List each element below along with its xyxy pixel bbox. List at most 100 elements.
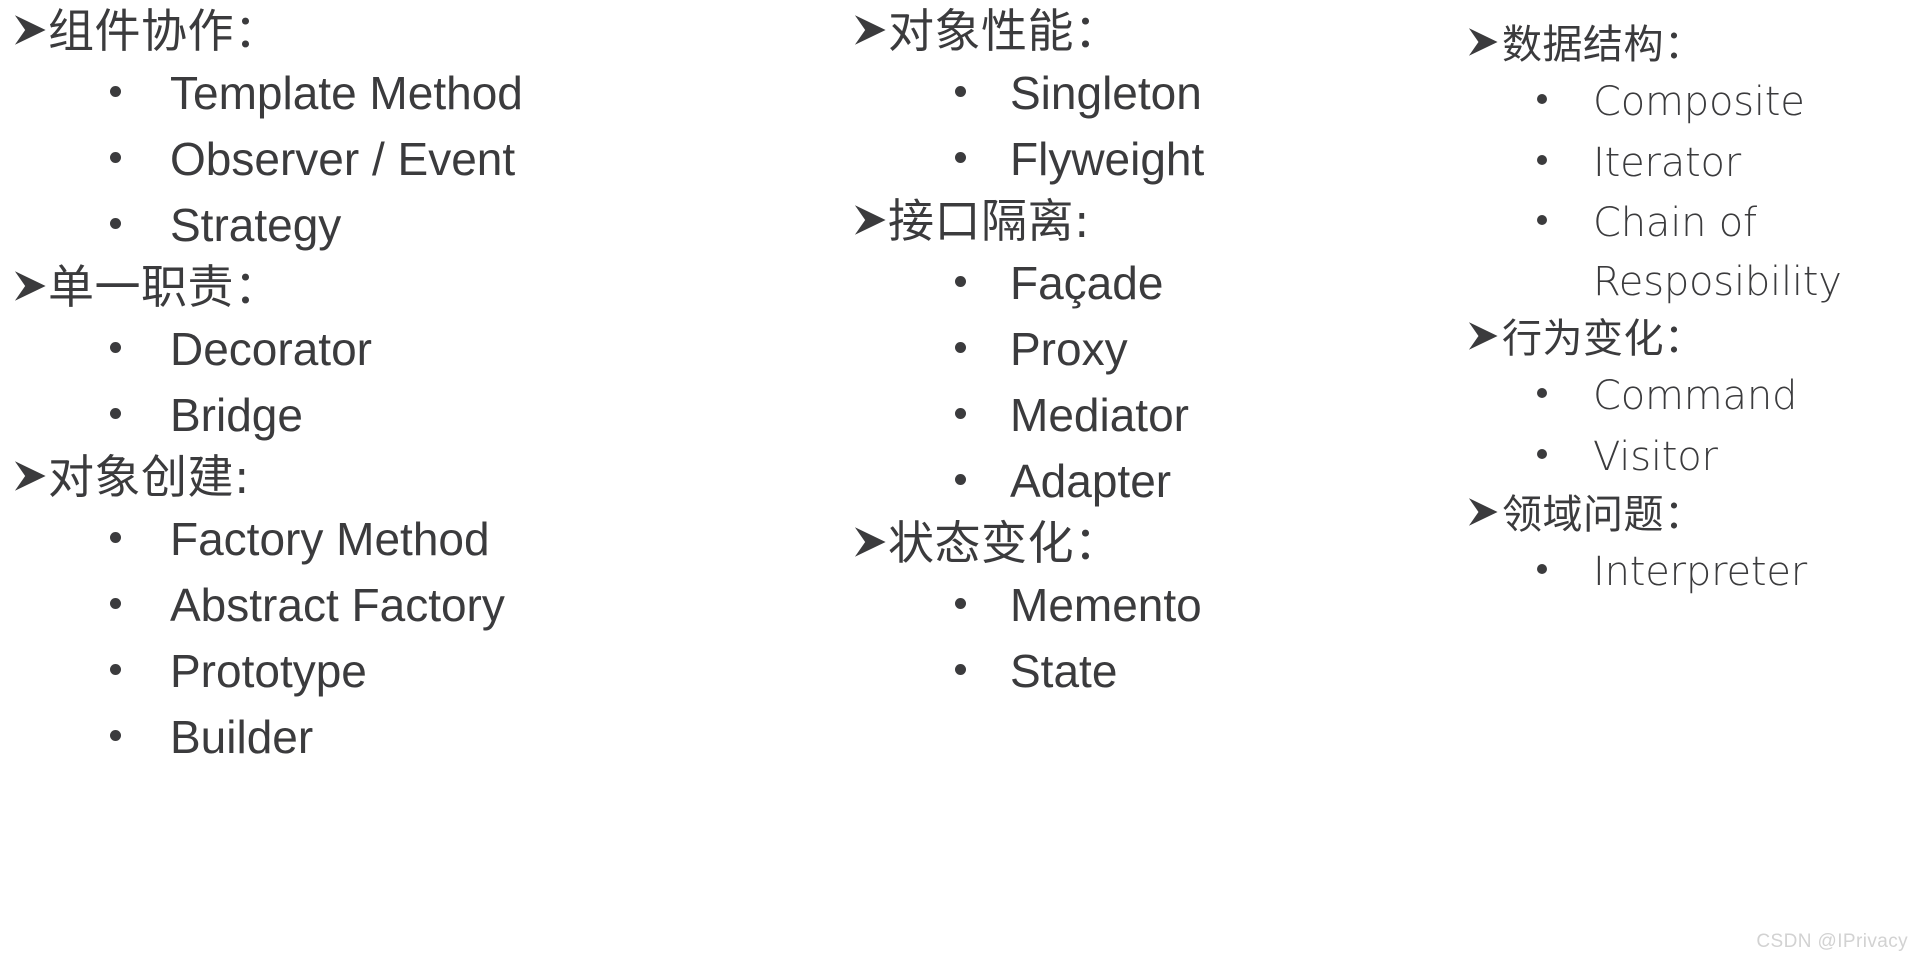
pattern-group: 组件协作： Template Method Observer / Event S…: [0, 0, 700, 258]
arrow-bullet-icon: [854, 205, 888, 235]
pattern-group-title: 行为变化：: [1502, 316, 1705, 362]
pattern-group-header: 单一职责：: [0, 258, 700, 316]
pattern-item: Factory Method: [0, 506, 700, 572]
dot-bullet-icon: [1537, 449, 1593, 470]
pattern-item: Interpreter: [1455, 542, 1926, 603]
pattern-name: Interpreter: [1593, 549, 1807, 595]
pattern-group: 对象性能： Singleton Flyweight: [840, 0, 1460, 192]
pattern-item: Mediator: [840, 382, 1460, 448]
pattern-group-header: 状态变化：: [840, 514, 1460, 572]
dot-bullet-icon: [955, 474, 1010, 497]
dot-bullet-icon: [110, 408, 170, 431]
pattern-item: Bridge: [0, 382, 700, 448]
pattern-name: Composite: [1593, 79, 1805, 125]
pattern-item: Template Method: [0, 60, 700, 126]
pattern-item: Builder: [0, 704, 700, 770]
pattern-group-header: 对象创建:: [0, 448, 700, 506]
pattern-group-title: 状态变化：: [888, 516, 1121, 570]
pattern-item: Proxy: [840, 316, 1460, 382]
pattern-name: Abstract Factory: [170, 579, 505, 631]
pattern-item: Decorator: [0, 316, 700, 382]
pattern-name: Observer / Event: [170, 133, 516, 185]
dot-bullet-icon: [110, 342, 170, 365]
pattern-group-header: 接口隔离:: [840, 192, 1460, 250]
dot-bullet-icon: [955, 664, 1010, 687]
pattern-item: Command: [1455, 366, 1926, 427]
pattern-item: State: [840, 638, 1460, 704]
pattern-group-title: 领域问题：: [1502, 492, 1705, 538]
pattern-name: Strategy: [170, 199, 342, 251]
pattern-name: Proxy: [1010, 323, 1128, 375]
arrow-bullet-icon: [14, 15, 48, 45]
pattern-group-header: 行为变化：: [1455, 312, 1926, 366]
pattern-item: Adapter: [840, 448, 1460, 514]
dot-bullet-icon: [1537, 155, 1593, 176]
pattern-item-list: Decorator Bridge: [0, 316, 700, 448]
arrow-bullet-icon: [1468, 322, 1502, 350]
pattern-item: Composite: [1455, 72, 1926, 133]
pattern-group: 行为变化： Command Visitor: [1455, 312, 1926, 488]
dot-bullet-icon: [110, 730, 170, 753]
pattern-group-title: 单一职责：: [48, 260, 281, 314]
pattern-name: Bridge: [170, 389, 303, 441]
pattern-group: 接口隔离: Façade Proxy Mediator Adapter: [840, 192, 1460, 514]
dot-bullet-icon: [1537, 215, 1593, 236]
pattern-name: Façade: [1010, 257, 1164, 309]
dot-bullet-icon: [955, 276, 1010, 299]
pattern-group-header: 对象性能：: [840, 2, 1460, 60]
pattern-group-title: 组件协作：: [48, 4, 281, 58]
pattern-item-list: Factory Method Abstract Factory Prototyp…: [0, 506, 700, 770]
pattern-item: Flyweight: [840, 126, 1460, 192]
pattern-group: 领域问题： Interpreter: [1455, 488, 1926, 603]
slide-canvas: 组件协作： Template Method Observer / Event S…: [0, 0, 1926, 963]
pattern-group: 状态变化： Memento State: [840, 514, 1460, 704]
pattern-item-list: Composite Iterator Chain of Resposibilit…: [1455, 72, 1926, 312]
pattern-name: Factory Method: [170, 513, 490, 565]
pattern-column-middle: 对象性能： Singleton Flyweight 接口隔离: Façade P…: [840, 0, 1460, 704]
pattern-group: 对象创建: Factory Method Abstract Factory Pr…: [0, 448, 700, 770]
pattern-column-right: 数据结构： Composite Iterator Chain of Respos…: [1455, 0, 1926, 603]
pattern-item-list: Singleton Flyweight: [840, 60, 1460, 192]
dot-bullet-icon: [110, 664, 170, 687]
dot-bullet-icon: [1537, 564, 1593, 585]
pattern-name: Template Method: [170, 67, 523, 119]
pattern-name: Iterator: [1593, 140, 1742, 186]
watermark: CSDN @IPrivacy: [1756, 931, 1908, 952]
pattern-name: Chain of Resposibility: [1593, 200, 1842, 305]
pattern-column-left: 组件协作： Template Method Observer / Event S…: [0, 0, 700, 770]
pattern-item: Strategy: [0, 192, 700, 258]
pattern-item: Iterator: [1455, 133, 1926, 194]
pattern-name: Adapter: [1010, 455, 1172, 507]
pattern-group-title: 接口隔离:: [888, 194, 1090, 248]
pattern-item-list: Interpreter: [1455, 542, 1926, 603]
pattern-item: Observer / Event: [0, 126, 700, 192]
arrow-bullet-icon: [1468, 498, 1502, 526]
pattern-name: Decorator: [170, 323, 372, 375]
pattern-group-header: 数据结构：: [1455, 18, 1926, 72]
pattern-group-title: 对象性能：: [888, 4, 1121, 58]
pattern-item-list: Template Method Observer / Event Strateg…: [0, 60, 700, 258]
pattern-item: Façade: [840, 250, 1460, 316]
pattern-name: State: [1010, 645, 1118, 697]
arrow-bullet-icon: [14, 461, 48, 491]
pattern-name: Singleton: [1010, 67, 1202, 119]
arrow-bullet-icon: [854, 15, 888, 45]
dot-bullet-icon: [955, 342, 1010, 365]
dot-bullet-icon: [955, 598, 1010, 621]
dot-bullet-icon: [1537, 388, 1593, 409]
dot-bullet-icon: [110, 598, 170, 621]
arrow-bullet-icon: [854, 527, 888, 557]
pattern-name: Visitor: [1593, 434, 1718, 480]
pattern-item: Chain of Resposibility: [1455, 194, 1926, 312]
pattern-item: Prototype: [0, 638, 700, 704]
pattern-name: Command: [1593, 373, 1798, 419]
pattern-group-title: 数据结构：: [1502, 22, 1705, 68]
pattern-item: Visitor: [1455, 427, 1926, 488]
pattern-name: Prototype: [170, 645, 367, 697]
dot-bullet-icon: [955, 408, 1010, 431]
dot-bullet-icon: [110, 86, 170, 109]
arrow-bullet-icon: [14, 271, 48, 301]
pattern-group: 数据结构： Composite Iterator Chain of Respos…: [1455, 0, 1926, 312]
pattern-item: Singleton: [840, 60, 1460, 126]
dot-bullet-icon: [110, 532, 170, 555]
